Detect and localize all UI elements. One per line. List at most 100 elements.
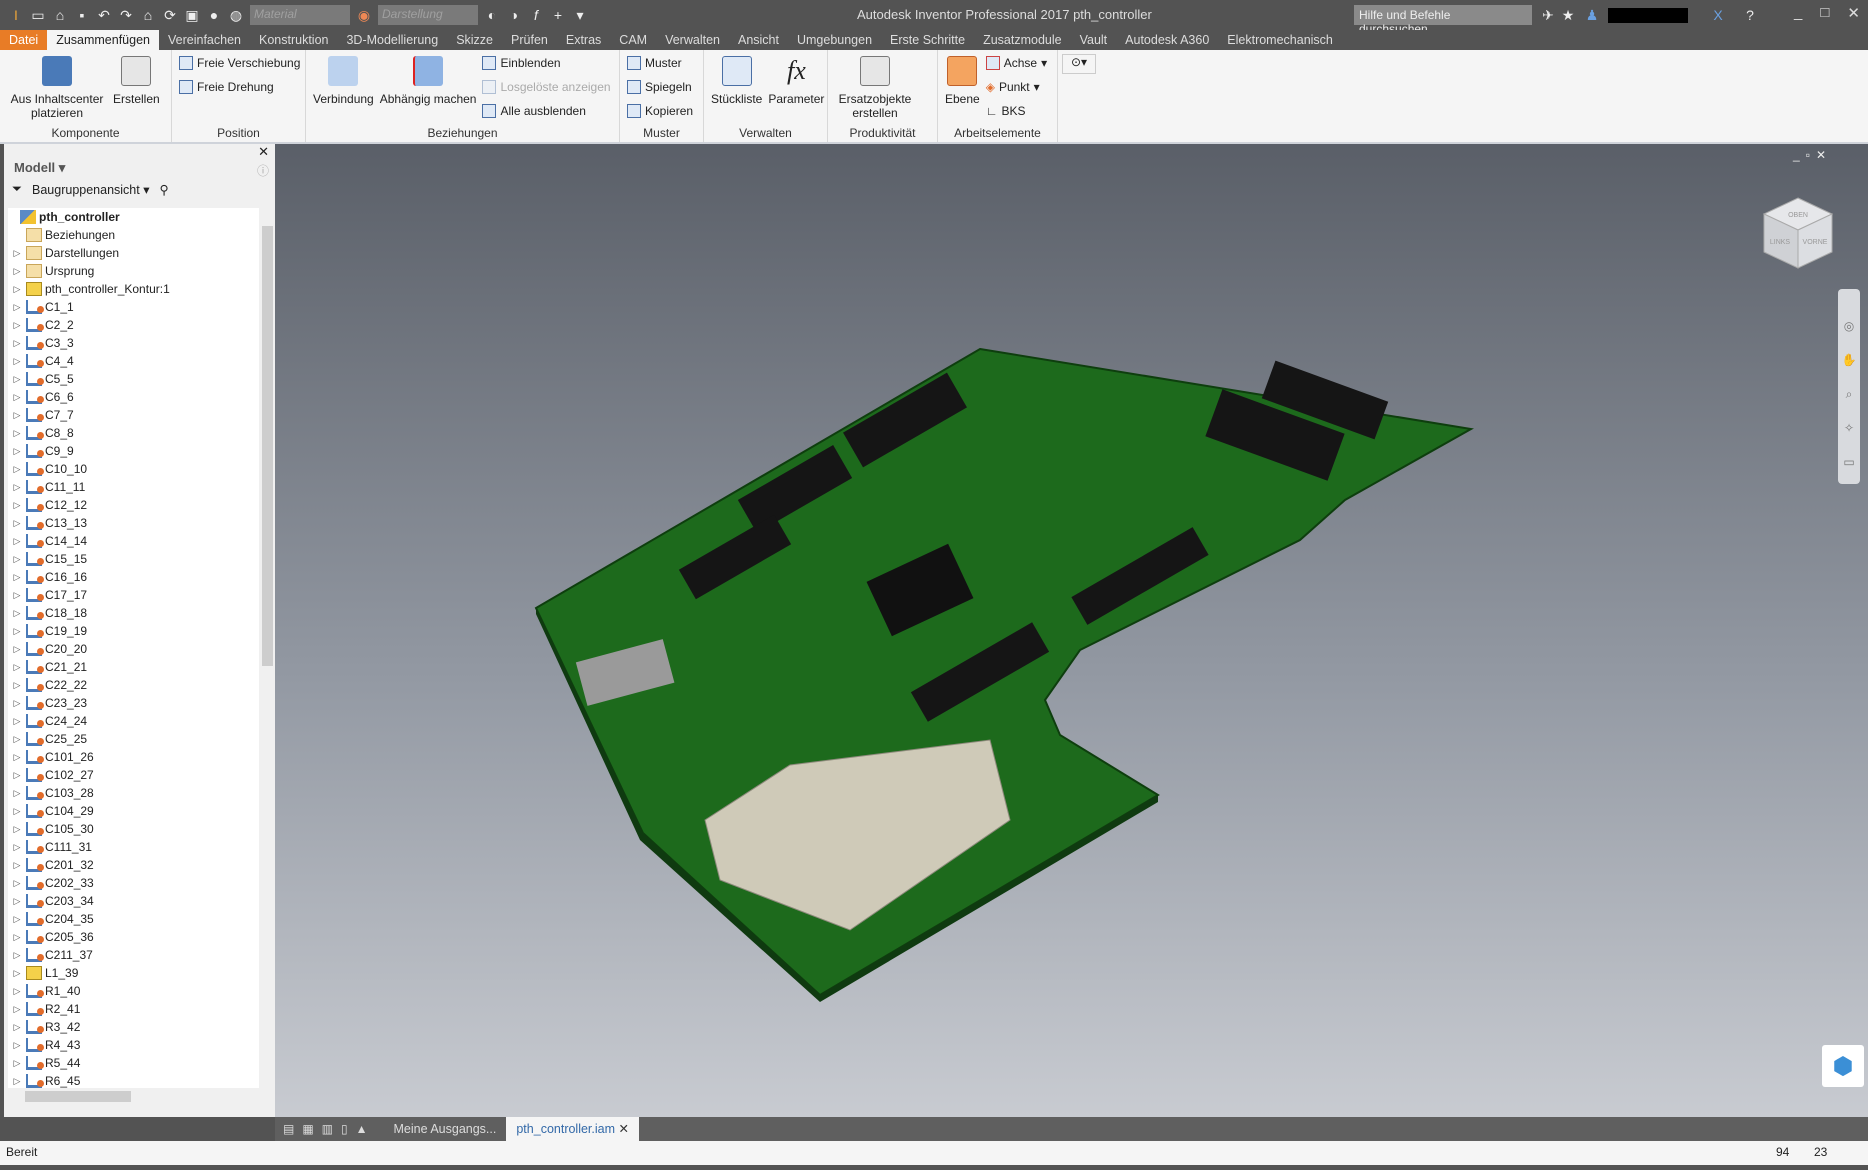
tree-item[interactable]: ▷ C3_3 <box>8 334 259 352</box>
close-browser-icon[interactable]: ✕ <box>258 144 269 160</box>
tree-item[interactable]: ▷ R5_44 <box>8 1054 259 1072</box>
window-arrangement-icons[interactable]: ▤▦▥▯▲ <box>275 1122 384 1136</box>
exchange-icon[interactable]: X <box>1710 7 1726 23</box>
tree-item[interactable]: ▷ R6_45 <box>8 1072 259 1088</box>
tree-item[interactable]: ▷ C15_15 <box>8 550 259 568</box>
tree-item[interactable]: ▷ R1_40 <box>8 982 259 1000</box>
expand-icon[interactable]: ▷ <box>8 338 26 349</box>
tab-zusammenfügen[interactable]: Zusammenfügen <box>47 30 159 50</box>
free-rotate-button[interactable]: Freie Drehung <box>179 78 300 96</box>
inventor-logo-icon[interactable]: I <box>8 7 24 23</box>
save-icon[interactable]: ▪ <box>74 7 90 23</box>
expand-icon[interactable]: ▷ <box>8 518 26 529</box>
home-icon[interactable]: ⌂ <box>140 7 156 23</box>
document-tab[interactable]: pth_controller.iam ✕ <box>506 1117 639 1141</box>
tree-item[interactable]: ▷ C203_34 <box>8 892 259 910</box>
scrollbar-thumb[interactable] <box>262 226 273 666</box>
axis-button[interactable]: Achse ▾ <box>985 54 1047 72</box>
hide-all-button[interactable]: Alle ausblenden <box>482 102 610 120</box>
expand-icon[interactable]: ▷ <box>8 932 26 943</box>
navigation-bar[interactable]: ◎ ✋ ⌕ ✧ ▭ <box>1838 289 1860 484</box>
tree-item[interactable]: ▷ C16_16 <box>8 568 259 586</box>
tree-item[interactable]: ▷ C102_27 <box>8 766 259 784</box>
tree-item[interactable]: Beziehungen <box>8 226 259 244</box>
tree-item[interactable]: ▷ Darstellungen <box>8 244 259 262</box>
tab-elektromechanisch[interactable]: Elektromechanisch <box>1218 30 1342 50</box>
tree-item[interactable]: ▷ C1_1 <box>8 298 259 316</box>
expand-icon[interactable]: ▷ <box>8 554 26 565</box>
tree-item[interactable]: ▷ L1_39 <box>8 964 259 982</box>
maximize-button[interactable]: □ <box>1820 4 1829 22</box>
expand-icon[interactable]: ▷ <box>8 446 26 457</box>
fx-icon[interactable]: f <box>528 7 544 23</box>
expand-icon[interactable]: ▷ <box>8 968 26 979</box>
3d-viewport[interactable]: _▫✕ OBEN LINKS VORNE ◎ ✋ ⌕ ✧ ▭ ⬢ <box>275 144 1868 1117</box>
mirror-button[interactable]: Spiegeln <box>627 78 693 96</box>
tab-3d-modellierung[interactable]: 3D-Modellierung <box>337 30 447 50</box>
new-file-icon[interactable]: ▭ <box>30 7 46 23</box>
expand-icon[interactable]: ▷ <box>8 824 26 835</box>
tree-item[interactable]: ▷ C20_20 <box>8 640 259 658</box>
tree-item[interactable]: ▷ C4_4 <box>8 352 259 370</box>
tree-item[interactable]: ▷ C25_25 <box>8 730 259 748</box>
update-icon[interactable]: ⟳ <box>162 7 178 23</box>
expand-icon[interactable]: ▷ <box>8 590 26 601</box>
expand-icon[interactable]: ▷ <box>8 1022 26 1033</box>
expand-icon[interactable]: ▷ <box>8 896 26 907</box>
expand-icon[interactable]: ▷ <box>8 248 26 259</box>
tree-item[interactable]: ▷ C14_14 <box>8 532 259 550</box>
expand-icon[interactable]: ▷ <box>8 716 26 727</box>
plus-icon[interactable]: + <box>550 7 566 23</box>
close-button[interactable]: ✕ <box>1847 4 1860 22</box>
expand-icon[interactable]: ▷ <box>8 410 26 421</box>
open-icon[interactable]: ⌂ <box>52 7 68 23</box>
globe-icon[interactable]: ◍ <box>228 7 244 23</box>
expand-icon[interactable]: ▷ <box>8 662 26 673</box>
show-button[interactable]: Einblenden <box>482 54 610 72</box>
close-tab-icon[interactable]: ✕ <box>615 1122 629 1136</box>
tab-autodesk-a360[interactable]: Autodesk A360 <box>1116 30 1218 50</box>
pcb-model[interactable] <box>275 144 1868 1117</box>
tree-item[interactable]: ▷ C202_33 <box>8 874 259 892</box>
redo-icon[interactable]: ↷ <box>118 7 134 23</box>
tree-horizontal-scrollbar[interactable] <box>8 1088 259 1104</box>
expand-icon[interactable]: ▷ <box>8 680 26 691</box>
viewcube-front[interactable]: VORNE <box>1803 239 1828 246</box>
expand-icon[interactable]: ▷ <box>8 392 26 403</box>
tree-item[interactable]: ▷ C104_29 <box>8 802 259 820</box>
undo-icon[interactable]: ↶ <box>96 7 112 23</box>
expand-icon[interactable]: ▷ <box>8 752 26 763</box>
expand-icon[interactable]: ▷ <box>8 1040 26 1051</box>
copy-button[interactable]: Kopieren <box>627 102 693 120</box>
expand-icon[interactable]: ▷ <box>8 374 26 385</box>
browser-title[interactable]: Modell ▾ <box>4 144 275 175</box>
expand-icon[interactable]: ▷ <box>8 644 26 655</box>
assembly-view-select[interactable]: Baugruppenansicht ▾ <box>32 182 149 197</box>
tree-item[interactable]: ▷ C24_24 <box>8 712 259 730</box>
tree-item[interactable]: ▷ C201_32 <box>8 856 259 874</box>
expand-icon[interactable]: ▷ <box>8 356 26 367</box>
find-binoculars-icon[interactable]: ⚲ <box>160 182 169 197</box>
tree-vertical-scrollbar[interactable] <box>259 208 275 1088</box>
expand-icon[interactable]: ▷ <box>8 950 26 961</box>
tree-item[interactable]: ▷ C5_5 <box>8 370 259 388</box>
appearance-select[interactable]: Darstellung <box>378 5 478 25</box>
document-tab[interactable]: Meine Ausgangs... <box>384 1117 507 1141</box>
color-icon[interactable]: ● <box>206 7 222 23</box>
expand-icon[interactable]: ▷ <box>8 320 26 331</box>
tree-item[interactable]: ▷ C23_23 <box>8 694 259 712</box>
tab-prüfen[interactable]: Prüfen <box>502 30 557 50</box>
expand-icon[interactable]: ▷ <box>8 1076 26 1087</box>
expand-icon[interactable]: ▷ <box>8 986 26 997</box>
tree-item[interactable]: pth_controller <box>8 208 259 226</box>
tree-item[interactable]: ▷ C204_35 <box>8 910 259 928</box>
tab-konstruktion[interactable]: Konstruktion <box>250 30 337 50</box>
expand-icon[interactable]: ▷ <box>8 1058 26 1069</box>
expand-icon[interactable]: ▷ <box>8 842 26 853</box>
expand-icon[interactable]: ▷ <box>8 626 26 637</box>
tree-item[interactable]: ▷ C8_8 <box>8 424 259 442</box>
tab-datei[interactable]: Datei <box>0 30 48 50</box>
expand-icon[interactable]: ▷ <box>8 914 26 925</box>
viewcube[interactable]: OBEN LINKS VORNE <box>1758 194 1838 274</box>
expand-icon[interactable]: ▷ <box>8 608 26 619</box>
